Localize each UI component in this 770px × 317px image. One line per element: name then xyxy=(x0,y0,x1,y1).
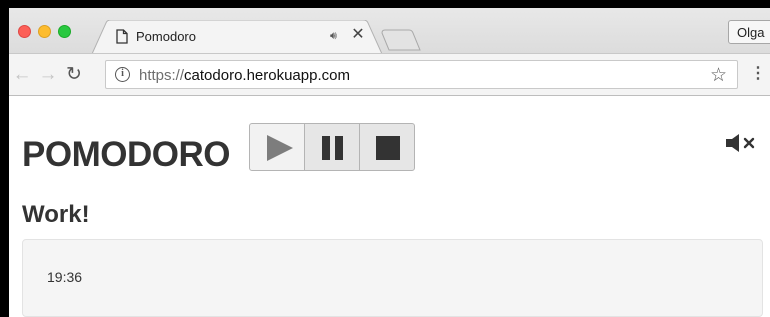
browser-toolbar: ← → ↻ i https://catodoro.herokuapp.com ☆… xyxy=(9,53,770,96)
timer-controls xyxy=(249,123,415,171)
page-icon xyxy=(116,29,128,44)
reload-icon[interactable]: ↻ xyxy=(64,65,84,85)
stop-button[interactable] xyxy=(359,123,415,171)
forward-arrow-icon[interactable]: → xyxy=(38,65,58,85)
info-icon[interactable]: i xyxy=(115,67,130,82)
mode-heading: Work! xyxy=(22,201,90,228)
minimize-window-button[interactable] xyxy=(38,25,51,38)
bookmark-star-icon[interactable]: ☆ xyxy=(710,64,727,87)
tab-close-icon[interactable]: ✕ xyxy=(349,26,367,44)
page-content: POMODORO Work! 19:36 xyxy=(9,97,770,317)
play-button[interactable] xyxy=(249,123,305,171)
timer-value: 19:36 xyxy=(47,269,83,285)
timer-display: 19:36 xyxy=(22,239,763,317)
tab-strip: Pomodoro 🔊︎ ✕ Olga xyxy=(9,8,770,54)
profile-button[interactable]: Olga xyxy=(728,20,770,44)
back-arrow-icon[interactable]: ← xyxy=(12,65,32,85)
audio-playing-icon[interactable]: 🔊︎ xyxy=(330,30,337,43)
tab-pomodoro[interactable]: Pomodoro 🔊︎ ✕ xyxy=(92,20,382,54)
url-scheme: https:// xyxy=(139,67,185,84)
pause-button[interactable] xyxy=(304,123,360,171)
url-host: catodoro.herokuapp.com xyxy=(184,67,350,84)
zoom-window-button[interactable] xyxy=(58,25,71,38)
stop-icon xyxy=(376,136,400,160)
url-text[interactable]: https://catodoro.herokuapp.com xyxy=(139,67,350,84)
page-title: POMODORO xyxy=(22,135,230,174)
browser-window: Pomodoro 🔊︎ ✕ Olga ← → ↻ i https://catod… xyxy=(9,8,770,317)
tab-title: Pomodoro xyxy=(136,29,196,44)
kebab-menu-icon[interactable]: ⋮ xyxy=(750,64,766,84)
speaker-muted-icon[interactable] xyxy=(725,133,759,153)
new-tab-button[interactable] xyxy=(381,28,421,52)
address-bar[interactable]: i https://catodoro.herokuapp.com ☆ xyxy=(105,60,738,89)
play-icon xyxy=(267,135,293,161)
close-window-button[interactable] xyxy=(18,25,31,38)
pause-icon xyxy=(322,136,343,160)
